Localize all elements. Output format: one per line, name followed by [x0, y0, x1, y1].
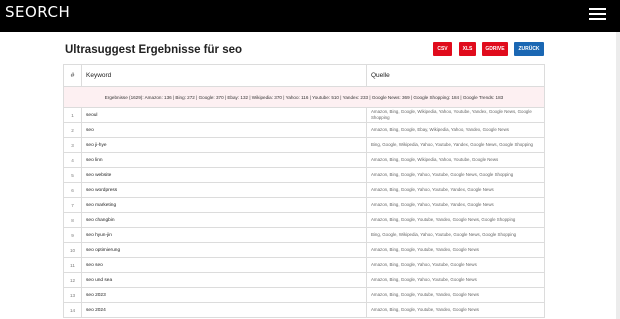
- menu-line: [589, 13, 606, 15]
- keyword-cell: seo optimierung: [81, 242, 367, 258]
- row-number: 8: [63, 212, 82, 228]
- source-cell: Amazon, Bing, Google, Yahoo, Youtube, Ya…: [366, 182, 545, 198]
- keyword-cell: seo marketing: [81, 197, 367, 213]
- row-number: 10: [63, 242, 82, 258]
- results-summary: Ergebnisse (1629): Amazon: 136 | Bing: 2…: [63, 86, 545, 108]
- row-number: 6: [63, 182, 82, 198]
- keyword-cell: seo: [81, 122, 367, 138]
- keyword-cell: seo wordpress: [81, 182, 367, 198]
- source-cell: Amazon, Bing, Google, Youtube, Yandex, G…: [366, 212, 545, 228]
- source-cell: Amazon, Bing, Google, Youtube, Yandex, G…: [366, 242, 545, 258]
- source-cell: Amazon, Bing, Google, Yahoo, Youtube, Go…: [366, 257, 545, 273]
- export-gdrive-button[interactable]: GDRIVE: [482, 42, 508, 56]
- row-number: 1: [63, 107, 82, 123]
- table-row: 3 seo ji-hye Bing, Google, Wikipedia, Yaho…: [63, 137, 545, 153]
- keyword-cell: seo ji-hye: [81, 137, 367, 153]
- source-cell: Bing, Google, Wikipedia, Yahoo, Youtube,…: [366, 227, 545, 243]
- row-number: 7: [63, 197, 82, 213]
- source-cell: Amazon, Bing, Google, Wikipedia, Yahoo, …: [366, 152, 545, 168]
- page-title: Ultrasuggest Ergebnisse für seo: [65, 44, 243, 56]
- source-cell: Amazon, Bing, Google, Yahoo, Youtube, Go…: [366, 167, 545, 183]
- table-row: 14 seo 2024 Amazon, Bing, Google, Youtube,…: [63, 302, 545, 318]
- table-row: 10 seo optimierung Amazon, Bing, Google, Y…: [63, 242, 545, 258]
- column-header-source: Quelle: [366, 64, 545, 87]
- site-logo[interactable]: SEORCH: [5, 3, 70, 21]
- source-cell: Amazon, Bing, Google, Yahoo, Youtube, Ya…: [366, 197, 545, 213]
- keyword-cell: seo seo: [81, 257, 367, 273]
- table-row: 12 seo und sea Amazon, Bing, Google, Yahoo…: [63, 272, 545, 288]
- row-number: 3: [63, 137, 82, 153]
- table-row: 7 seo marketing Amazon, Bing, Google, Yaho…: [63, 197, 545, 213]
- row-number: 14: [63, 302, 82, 318]
- source-cell: Amazon, Bing, Google, Ebay, Wikipedia, Y…: [366, 122, 545, 138]
- row-number: 13: [63, 287, 82, 303]
- hamburger-menu-icon[interactable]: [589, 8, 606, 20]
- table-row: 6 seo wordpress Amazon, Bing, Google, Yaho…: [63, 182, 545, 198]
- keyword-cell: seo hyun-jin: [81, 227, 367, 243]
- keyword-cell: seo 2024: [81, 302, 367, 318]
- table-row: 9 seo hyun-jin Bing, Google, Wikipedia, Ya…: [63, 227, 545, 243]
- row-number: 9: [63, 227, 82, 243]
- source-cell: Amazon, Bing, Google, Youtube, Yandex, G…: [366, 302, 545, 318]
- table-row: 2 seo Amazon, Bing, Google, Ebay, Wikipedi…: [63, 122, 545, 138]
- source-cell: Amazon, Bing, Google, Yahoo, Youtube, Go…: [366, 272, 545, 288]
- back-button[interactable]: ZURÜCK: [514, 42, 544, 56]
- export-csv-button[interactable]: CSV: [433, 42, 452, 56]
- table-row: 8 seo changbin Amazon, Bing, Google, Youtu…: [63, 212, 545, 228]
- table-row: 11 seo seo Amazon, Bing, Google, Yahoo, Yo…: [63, 257, 545, 273]
- row-number: 5: [63, 167, 82, 183]
- column-header-keyword: Keyword: [81, 64, 367, 87]
- keyword-cell: seo und sea: [81, 272, 367, 288]
- row-number: 4: [63, 152, 82, 168]
- source-cell: Amazon, Bing, Google, Youtube, Yandex, G…: [366, 287, 545, 303]
- top-navigation-bar: SEORCH: [0, 0, 620, 32]
- table-header-row: # Keyword Quelle: [63, 64, 545, 87]
- keyword-cell: seo website: [81, 167, 367, 183]
- row-number: 2: [63, 122, 82, 138]
- keyword-cell: seoul: [81, 107, 367, 123]
- menu-line: [589, 8, 606, 10]
- results-table: # Keyword Quelle Ergebnisse (1629): Amaz…: [63, 64, 545, 318]
- keyword-cell: seo linn: [81, 152, 367, 168]
- menu-line: [589, 18, 606, 20]
- table-row: 5 seo website Amazon, Bing, Google, Yahoo,…: [63, 167, 545, 183]
- table-row: 1 seoul Amazon, Bing, Google, Wikipedia, Y…: [63, 107, 545, 123]
- results-summary-row: Ergebnisse (1629): Amazon: 136 | Bing: 2…: [63, 86, 545, 108]
- source-cell: Bing, Google, Wikipedia, Yahoo, Youtube,…: [366, 137, 545, 153]
- keyword-cell: seo changbin: [81, 212, 367, 228]
- scrollbar-track[interactable]: [616, 32, 620, 319]
- column-header-number: #: [63, 64, 82, 87]
- table-row: 4 seo linn Amazon, Bing, Google, Wikipedia…: [63, 152, 545, 168]
- export-xls-button[interactable]: XLS: [459, 42, 476, 56]
- row-number: 11: [63, 257, 82, 273]
- table-row: 13 seo 2023 Amazon, Bing, Google, Youtube,…: [63, 287, 545, 303]
- source-cell: Amazon, Bing, Google, Wikipedia, Yahoo, …: [366, 107, 545, 123]
- keyword-cell: seo 2023: [81, 287, 367, 303]
- row-number: 12: [63, 272, 82, 288]
